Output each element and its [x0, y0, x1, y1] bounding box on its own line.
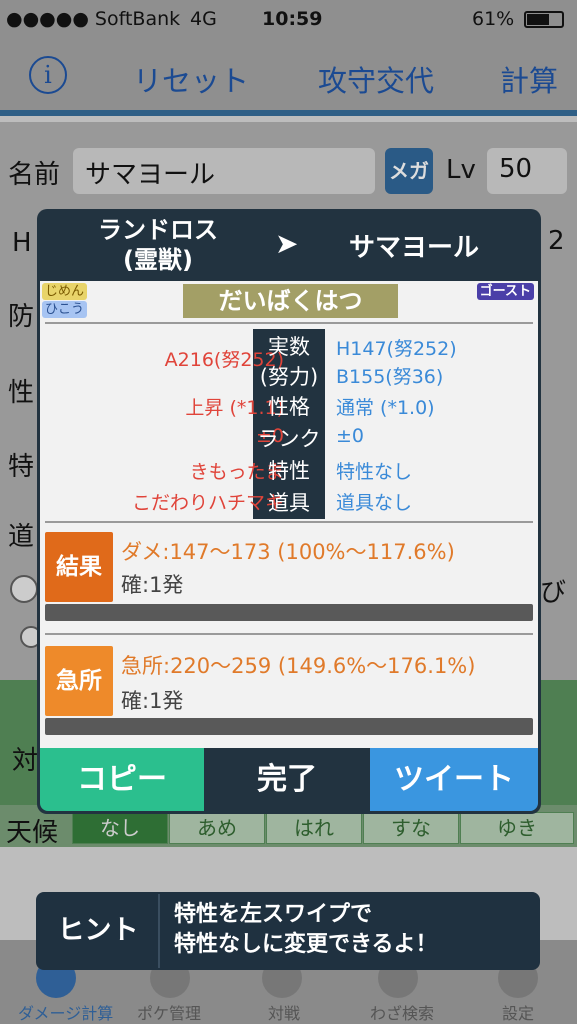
hint-banner[interactable]: ヒント 特性を左スワイプで 特性なしに変更できるよ！ [36, 892, 540, 970]
h-value: 2 [548, 226, 565, 256]
crit-ko: 確:1発 [121, 689, 184, 713]
stat-label: 実数 [268, 335, 310, 359]
defender-item[interactable]: 道具なし [336, 488, 412, 515]
hint-line-2: 特性なしに変更できるよ！ [174, 932, 438, 957]
crit-damage: 急所:220〜259 (149.6%〜176.1%) [121, 654, 476, 678]
ability-label: 特 [8, 452, 35, 482]
crit-label: 急所 [45, 646, 113, 716]
item-label: 道 [8, 522, 35, 552]
weather-tab-snow[interactable]: ゆき [460, 812, 574, 844]
weather-tab-rain[interactable]: あめ [169, 812, 265, 844]
crit-hp-bar [45, 718, 533, 735]
clock: 10:59 [262, 8, 323, 30]
defender-rank[interactable]: ±0 [336, 425, 364, 447]
tab-move-search[interactable]: わざ検索 [370, 1000, 434, 1024]
hint-line-1: 特性を左スワイプで [174, 902, 373, 927]
hint-label: ヒント [38, 894, 160, 968]
defender-ability[interactable]: 特性なし [336, 457, 412, 484]
rank-label: ランク [257, 427, 321, 451]
lv-label: Lv [446, 155, 476, 185]
move-name: だいばくはつ [183, 284, 398, 318]
name-field[interactable]: サマヨール [73, 148, 375, 194]
type-badge-ground: じめん [42, 283, 88, 300]
divider [45, 521, 533, 523]
tab-battle[interactable]: 対戦 [268, 1000, 300, 1024]
result-damage: ダメ:147〜173 (100%〜117.6%) [121, 540, 455, 564]
modal-body: じめん ひこう ゴースト だいばくはつ A216(努252) 実数 H147(努… [40, 281, 538, 748]
nav-bar: i リセット 攻守交代 計算 [0, 38, 577, 116]
tab-settings[interactable]: 設定 [502, 1000, 534, 1024]
def-label: 防 [8, 302, 35, 332]
attacker-name: ランドロス (霊獣) [83, 215, 233, 275]
tweet-button[interactable]: ツイート [370, 748, 538, 811]
weather-tab-sand[interactable]: すな [363, 812, 459, 844]
nature-label: 性 [8, 378, 35, 408]
radio-button[interactable] [10, 575, 38, 603]
type-badge-flying: ひこう [42, 301, 88, 318]
ability-label: 特性 [268, 459, 310, 483]
move-type-badge: ゴースト [476, 283, 534, 300]
tab-poke-manage[interactable]: ポケ管理 [137, 1000, 201, 1024]
defender-def-stat: B155(努36) [336, 366, 444, 388]
target-label: 対 [12, 746, 39, 776]
copy-button[interactable]: コピー [40, 748, 204, 811]
network: 4G [190, 8, 217, 30]
result-label: 結果 [45, 532, 113, 602]
defender-nature[interactable]: 通常 (*1.0) [336, 393, 435, 420]
weather-label: 天候 [6, 818, 59, 848]
item-label: 道具 [268, 491, 310, 515]
arrow-icon: ➤ [275, 227, 299, 260]
mega-button[interactable]: メガ [385, 148, 433, 194]
status-bar: ●●●●● SoftBank 4G 10:59 61% [0, 0, 577, 38]
swap-button[interactable]: 攻守交代 [318, 58, 434, 100]
defender-name: サマヨール [349, 233, 480, 263]
tab-damage-calc[interactable]: ダメージ計算 [18, 1000, 113, 1024]
battery-percent: 61% [472, 8, 515, 30]
done-button[interactable]: 完了 [204, 748, 370, 811]
reset-button[interactable]: リセット [133, 58, 249, 100]
calc-button[interactable]: 計算 [500, 58, 558, 100]
result-hp-bar [45, 604, 533, 621]
divider [45, 322, 533, 324]
carrier: ●●●●● SoftBank [6, 8, 181, 30]
weather-tab-none[interactable]: なし [72, 812, 168, 844]
result-ko: 確:1発 [121, 573, 184, 597]
name-label: 名前 [8, 160, 61, 190]
h-label: H [12, 228, 32, 258]
battery-icon [524, 11, 564, 28]
effort-label: (努力) [259, 365, 319, 389]
attacker-name-line2: (霊獣) [123, 246, 193, 274]
weather-tab-sun[interactable]: はれ [266, 812, 362, 844]
lv-field[interactable]: 50 [487, 148, 567, 194]
result-modal: ランドロス (霊獣) ➤ サマヨール じめん ひこう ゴースト だいばくはつ A… [37, 209, 541, 814]
label-fragment: び [540, 578, 567, 608]
hint-text: 特性を左スワイプで 特性なしに変更できるよ！ [174, 900, 438, 960]
info-button[interactable]: i [29, 56, 67, 94]
divider [45, 633, 533, 635]
defender-hp-stat: H147(努252) [336, 338, 457, 360]
nature-label: 性格 [268, 395, 310, 419]
modal-header: ランドロス (霊獣) ➤ サマヨール [37, 209, 541, 281]
attacker-name-line1: ランドロス [98, 216, 218, 244]
